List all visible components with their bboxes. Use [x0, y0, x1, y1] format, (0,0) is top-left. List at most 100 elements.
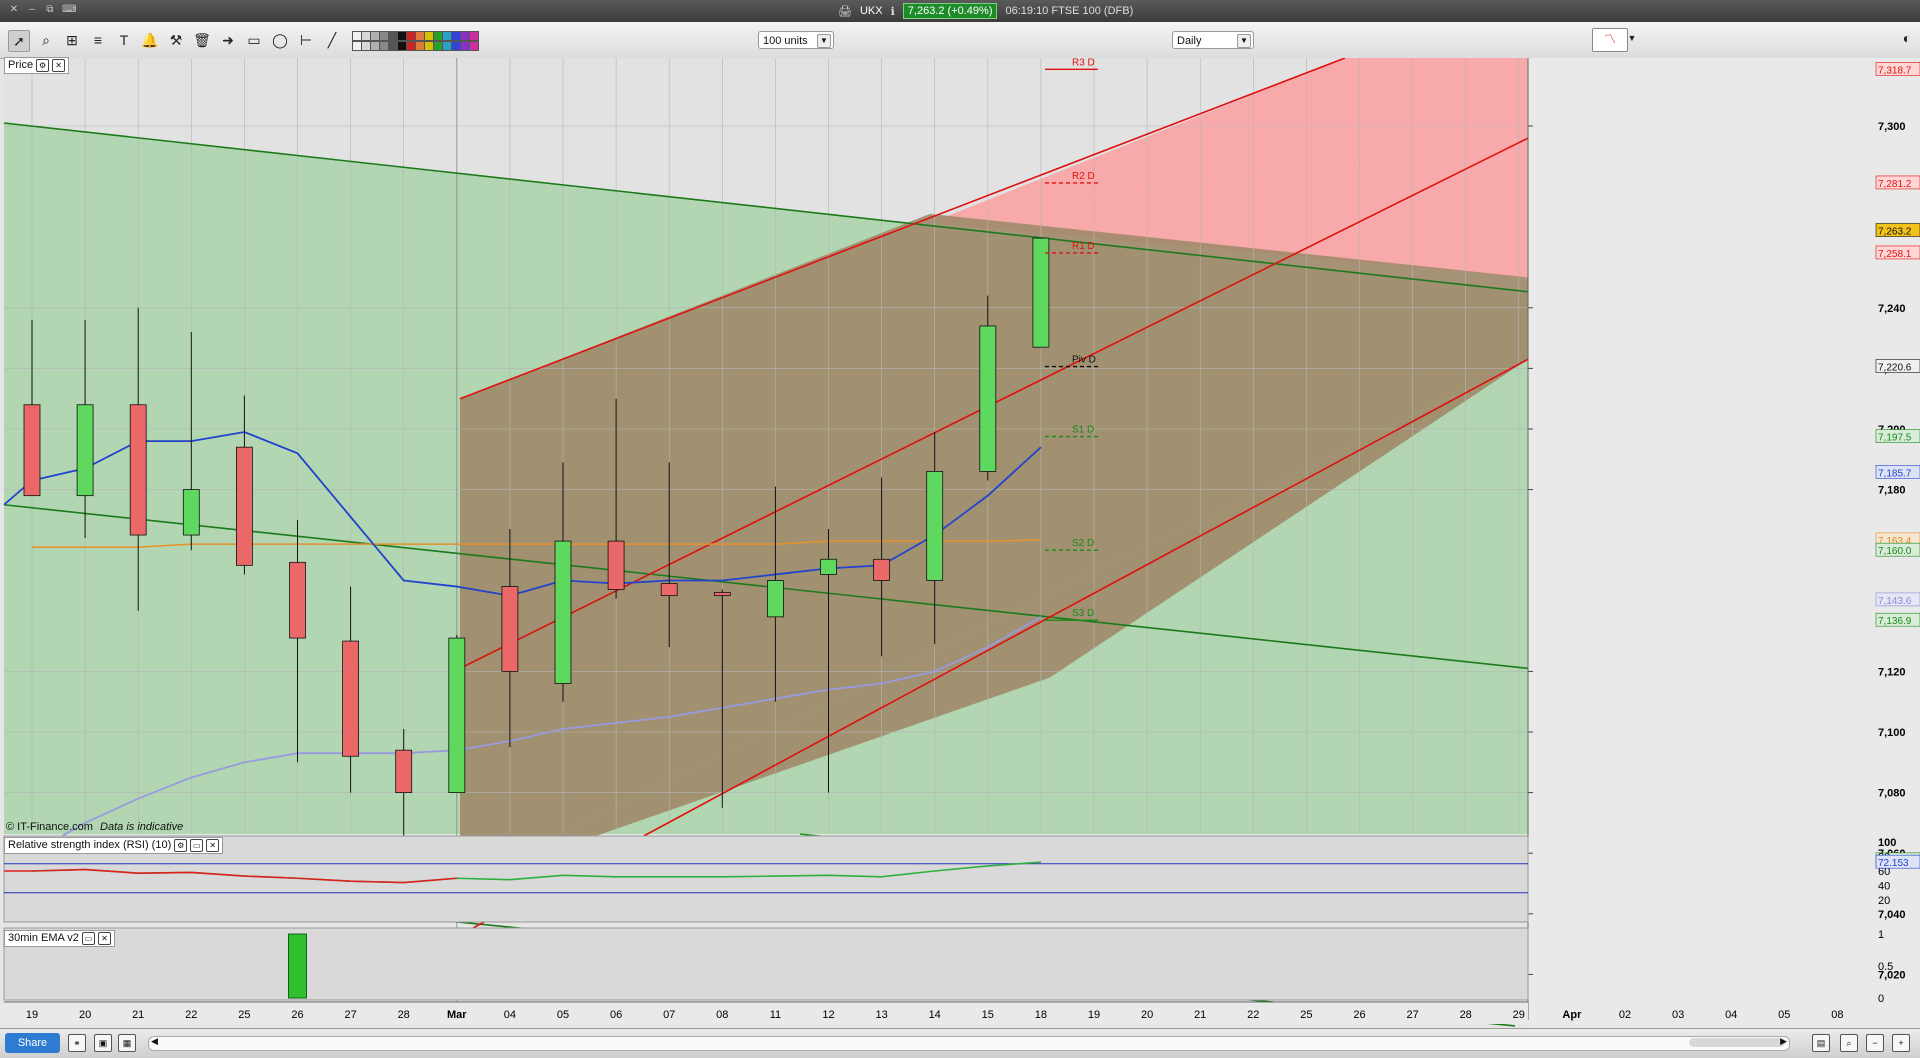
price-tag-label: 7,143.6 — [1878, 596, 1912, 607]
scroll-left-icon[interactable]: ◀ — [151, 1036, 158, 1047]
bottom-toolbar: Share ⚭ ▣ ▦ ◀ ▶ ▤ ⌕ − + — [0, 1028, 1920, 1058]
period-select-value: Daily — [1177, 35, 1202, 47]
ema-panel-label: 30min EMA v2 ▭ ✕ — [4, 930, 115, 947]
scrollbar-thumb[interactable] — [1689, 1038, 1785, 1047]
rsi-tick-label: 100 — [1878, 837, 1896, 849]
x-tick-label: 07 — [663, 1009, 675, 1021]
close-icon[interactable]: ✕ — [8, 4, 20, 16]
candle-body — [129, 404, 147, 536]
arrow-tool-icon[interactable]: ➜ — [218, 30, 238, 50]
x-tick-label: 06 — [610, 1009, 622, 1021]
period-select[interactable]: Daily ▼ — [1172, 31, 1254, 49]
restore-icon[interactable]: ⧉ — [44, 4, 56, 16]
window-icon[interactable]: ▭ — [81, 932, 95, 945]
text-tool-icon[interactable]: T — [114, 30, 134, 50]
rsi-tick-label: 40 — [1878, 881, 1890, 893]
share-label: Share — [17, 1037, 48, 1049]
x-tick-label: 13 — [875, 1009, 887, 1021]
zoom-in-icon[interactable]: + — [1892, 1034, 1910, 1052]
x-tick-label: 08 — [716, 1009, 728, 1021]
share-button[interactable]: Share — [5, 1033, 60, 1053]
y-tick-label: 7,100 — [1878, 727, 1906, 739]
color-swatch[interactable] — [469, 31, 479, 41]
close-icon[interactable]: ✕ — [52, 59, 66, 72]
trash-icon[interactable]: 🗑 — [192, 30, 212, 50]
units-select[interactable]: 100 units ▼ — [758, 31, 834, 49]
x-tick-label: 18 — [1035, 1009, 1047, 1021]
grid-icon[interactable]: ▦ — [118, 1034, 136, 1052]
alert-bell-icon[interactable]: 🔔 — [140, 30, 160, 50]
zoom-tool-icon[interactable]: ⌕ — [36, 30, 56, 50]
x-tick-label: 19 — [1088, 1009, 1100, 1021]
x-axis-bg — [0, 1002, 1528, 1024]
x-tick-label: 27 — [344, 1009, 356, 1021]
color-swatch[interactable] — [469, 41, 479, 51]
copyright-text: © IT-Finance.com — [6, 821, 93, 833]
wrench-icon[interactable]: ⚙ — [36, 59, 50, 72]
candle-body — [501, 586, 519, 672]
price-tag-label: 7,185.7 — [1878, 468, 1912, 479]
x-tick-label: 14 — [929, 1009, 941, 1021]
x-tick-label: 21 — [132, 1009, 144, 1021]
link-icon[interactable]: ⚭ — [68, 1034, 86, 1052]
ema-panel-bg — [3, 927, 1529, 1001]
info-icon[interactable]: ℹ — [891, 5, 895, 18]
rectangle-tool-icon[interactable]: ▭ — [244, 30, 264, 50]
chevron-down-icon: ▼ — [1237, 34, 1251, 48]
close-icon[interactable]: ✕ — [206, 839, 220, 852]
panel-toggle-icon[interactable]: ◐ — [1898, 28, 1916, 48]
pivot-label: Piv D — [1072, 355, 1096, 366]
x-tick-label: 25 — [238, 1009, 250, 1021]
y-tick-label: 7,300 — [1878, 121, 1906, 133]
window-icon[interactable]: ▭ — [190, 839, 204, 852]
horizontal-scrollbar[interactable]: ◀ ▶ — [148, 1036, 1790, 1051]
units-select-value: 100 units — [763, 35, 808, 47]
x-tick-label: 12 — [822, 1009, 834, 1021]
candle-body — [979, 325, 997, 472]
zoom-out-icon[interactable]: − — [1866, 1034, 1884, 1052]
scroll-right-icon[interactable]: ▶ — [1780, 1036, 1787, 1047]
print-icon[interactable]: 🖨 — [838, 5, 852, 18]
ellipse-tool-icon[interactable]: ◯ — [270, 30, 290, 50]
chart-layout-icon[interactable]: ▤ — [1812, 1034, 1830, 1052]
ema-signal-bar — [288, 933, 307, 999]
pivot-label: R1 D — [1072, 241, 1095, 252]
ema-tick-label: 0 — [1878, 993, 1884, 1005]
rsi-value-label: 72.153 — [1878, 858, 1909, 869]
trend-line-icon[interactable]: ╱ — [322, 30, 342, 50]
pointer-tool-icon[interactable]: ➚ — [8, 30, 30, 52]
candle-body — [713, 592, 731, 597]
wrench-icon[interactable]: ⚙ — [174, 839, 188, 852]
keyboard-icon[interactable]: ⌨ — [62, 4, 76, 16]
x-tick-label: 05 — [557, 1009, 569, 1021]
indicators-menu-icon[interactable]: 〽 — [1592, 28, 1628, 52]
price-label: Price — [8, 59, 34, 71]
close-icon[interactable]: ✕ — [97, 932, 111, 945]
x-tick-label: 20 — [1141, 1009, 1153, 1021]
x-tick-label: Apr — [1562, 1009, 1582, 1021]
window-controls: ✕ – ⧉ ⌨ — [8, 4, 77, 16]
y-tick-label: 7,240 — [1878, 303, 1906, 315]
horizontal-line-icon[interactable]: ⊢ — [296, 30, 316, 50]
x-tick-label: 15 — [982, 1009, 994, 1021]
chevron-down-icon[interactable]: ▼ — [1626, 28, 1638, 48]
x-tick-label: 05 — [1778, 1009, 1790, 1021]
price-tag-label: 7,318.7 — [1878, 65, 1912, 76]
minimize-icon[interactable]: – — [26, 4, 38, 16]
chart-area[interactable]: R3 D R2 D R1 D Piv D S1 D S2 D S3 D 7,300 7,240 7… — [0, 58, 1920, 1028]
zoom-fit-icon[interactable]: ⌕ — [1840, 1034, 1858, 1052]
x-tick-label: 08 — [1831, 1009, 1843, 1021]
window-titlebar: ✕ – ⧉ ⌨ 🖨 UKX ℹ 7,263.2 (+0.49%) 06:19:1… — [0, 0, 1920, 22]
pivot-label: R3 D — [1072, 58, 1095, 68]
hammer-tool-icon[interactable]: ⚒ — [166, 30, 186, 50]
pivot-label: S1 D — [1072, 425, 1094, 436]
x-tick-label: 20 — [79, 1009, 91, 1021]
x-tick-label: 26 — [291, 1009, 303, 1021]
raff-channel-icon[interactable]: ≡ — [88, 30, 108, 50]
candle-body — [23, 404, 41, 497]
x-tick-label: 19 — [26, 1009, 38, 1021]
x-tick-label: 04 — [1725, 1009, 1737, 1021]
image-icon[interactable]: ▣ — [94, 1034, 112, 1052]
rsi-label: Relative strength index (RSI) (10) — [8, 839, 172, 851]
fibonacci-tool-icon[interactable]: ⊞ — [62, 30, 82, 50]
